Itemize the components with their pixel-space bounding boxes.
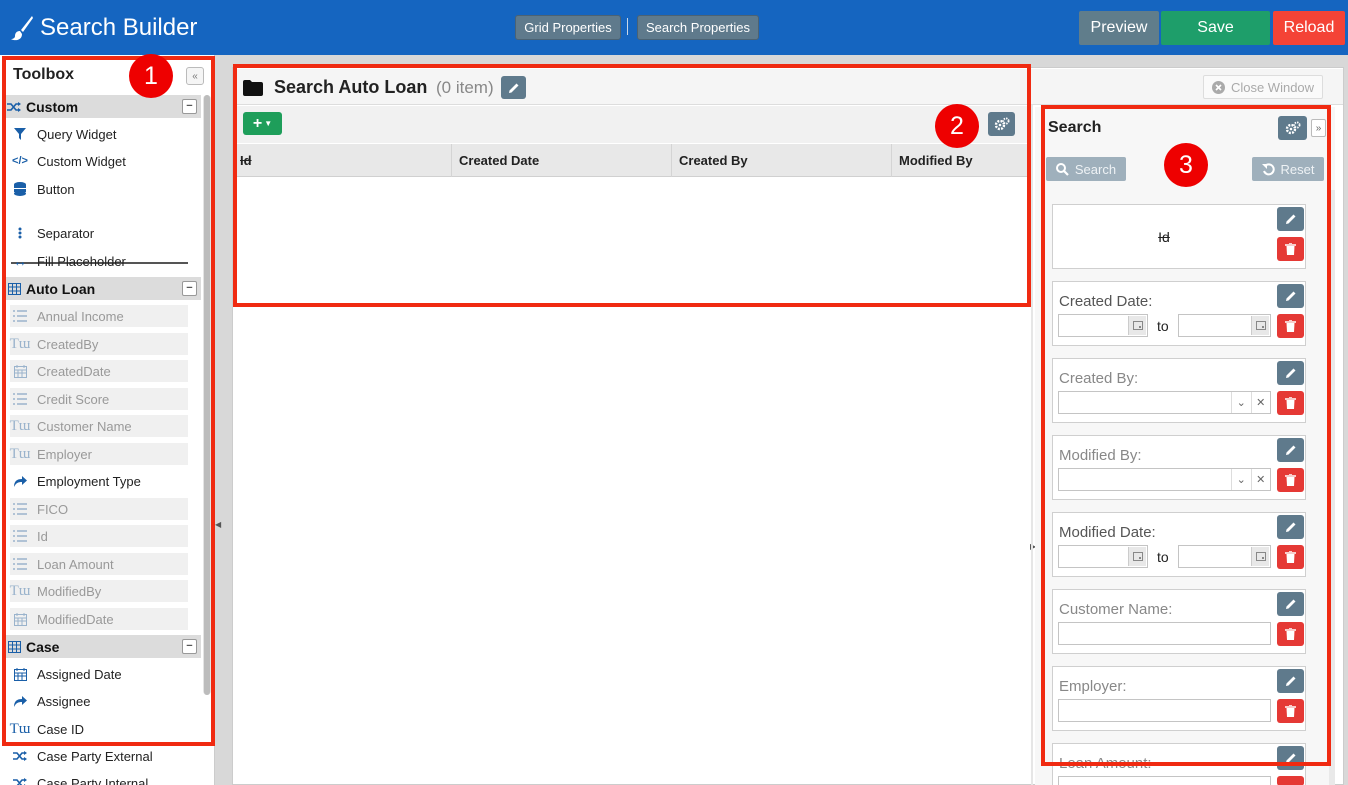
annotation-badge-1: 1 bbox=[129, 54, 173, 98]
splitter-handle-left[interactable]: ◀ bbox=[215, 520, 221, 532]
app-title: Search Builder bbox=[40, 14, 198, 41]
preview-button[interactable]: Preview bbox=[1079, 11, 1159, 45]
annotation-badge-3: 3 bbox=[1164, 143, 1208, 187]
search-properties-button[interactable]: Search Properties bbox=[637, 15, 759, 40]
paintbrush-icon bbox=[11, 16, 33, 41]
shuffle-icon bbox=[10, 750, 30, 762]
annotation-box-toolbox bbox=[2, 56, 215, 746]
save-button[interactable]: Save bbox=[1161, 11, 1270, 45]
annotation-box-grid bbox=[233, 64, 1031, 307]
shuffle-icon bbox=[10, 777, 30, 785]
loan-amount-input[interactable] bbox=[1058, 776, 1271, 785]
delete-field-button[interactable] bbox=[1277, 776, 1304, 785]
header-separator bbox=[627, 18, 628, 35]
toolbox-item-case-party-external[interactable]: Case Party External bbox=[10, 745, 188, 767]
toolbox-item-case-party-internal[interactable]: Case Party Internal bbox=[10, 772, 188, 785]
close-window-button[interactable]: Close Window bbox=[1203, 75, 1323, 99]
app-brand: Search Builder bbox=[10, 10, 197, 46]
annotation-badge-2: 2 bbox=[935, 104, 979, 148]
annotation-box-search bbox=[1041, 105, 1331, 766]
close-circle-icon bbox=[1211, 80, 1225, 94]
panel-divider bbox=[1031, 105, 1033, 785]
grid-properties-button[interactable]: Grid Properties bbox=[515, 15, 621, 40]
reload-button[interactable]: Reload bbox=[1273, 11, 1345, 45]
